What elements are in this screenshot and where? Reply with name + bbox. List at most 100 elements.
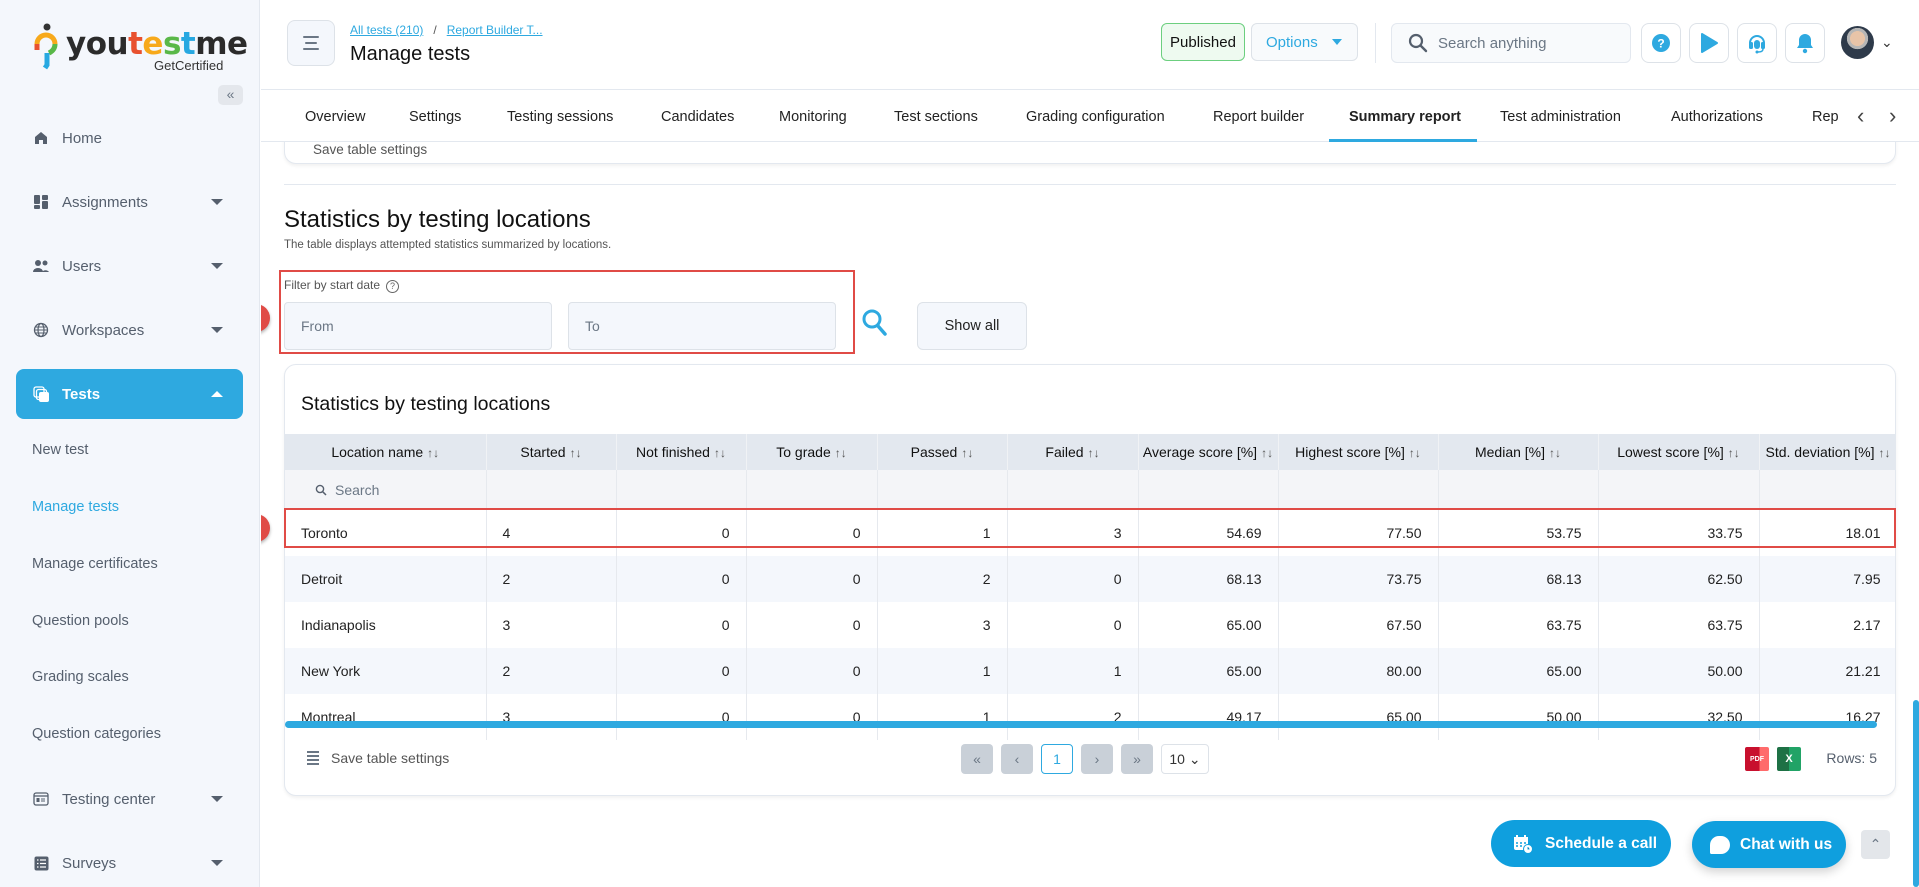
sort-icon[interactable]: ↑↓ xyxy=(1728,446,1740,460)
column-header[interactable]: Highest score [%] ↑↓ xyxy=(1278,434,1439,470)
sidebar-item-surveys[interactable]: Surveys xyxy=(16,838,243,887)
tab-overview[interactable]: Overview xyxy=(305,109,365,125)
breadcrumb-all-tests[interactable]: All tests (210) xyxy=(350,23,423,37)
breadcrumb-report-builder[interactable]: Report Builder T... xyxy=(447,23,543,37)
tab-candidates[interactable]: Candidates xyxy=(661,109,734,125)
sidebar-subitem-question-pools[interactable]: Question pools xyxy=(32,613,129,629)
sort-icon[interactable]: ↑↓ xyxy=(714,446,726,460)
tab-authorizations[interactable]: Authorizations xyxy=(1671,109,1763,125)
last-page-button[interactable]: » xyxy=(1121,744,1153,774)
locations-table: Location name ↑↓ Started ↑↓ Not finished ↑↓ To… xyxy=(285,434,1895,740)
column-header[interactable]: Failed ↑↓ xyxy=(1007,434,1139,470)
table-row[interactable]: Detroit 2 0 0 2 0 68.13 73.75 68.13 62.50 7.95 xyxy=(285,556,1895,602)
column-header[interactable]: Average score [%] ↑↓ xyxy=(1138,434,1279,470)
scroll-to-top-button[interactable]: ⌃ xyxy=(1861,830,1890,859)
sidebar-subitem-grading-scales[interactable]: Grading scales xyxy=(32,669,129,685)
chevron-down-icon xyxy=(211,327,223,333)
table-row[interactable]: Toronto 4 0 0 1 3 54.69 77.50 53.75 33.75 18.01 xyxy=(285,510,1895,556)
chat-with-us-button[interactable]: Chat with us xyxy=(1692,821,1846,868)
global-search[interactable] xyxy=(1391,23,1631,63)
notifications-button[interactable] xyxy=(1785,23,1825,63)
column-header[interactable]: Median [%] ↑↓ xyxy=(1438,434,1599,470)
tab-test-administration[interactable]: Test administration xyxy=(1500,109,1621,125)
sidebar-subitem-new-test[interactable]: New test xyxy=(32,442,88,458)
tab-report-builder[interactable]: Report builder xyxy=(1213,109,1304,125)
sort-icon[interactable]: ↑↓ xyxy=(1088,446,1100,460)
sidebar-item-testing-center[interactable]: Testing center xyxy=(16,774,243,824)
sidebar-subitem-question-categories[interactable]: Question categories xyxy=(32,726,161,742)
schedule-call-button[interactable]: Schedule a call xyxy=(1491,820,1671,867)
testing-center-icon xyxy=(32,790,50,808)
play-tutorial-button[interactable] xyxy=(1689,23,1729,63)
support-button[interactable] xyxy=(1737,23,1777,63)
menu-toggle-button[interactable] xyxy=(287,20,335,66)
sort-icon[interactable]: ↑↓ xyxy=(1878,446,1890,460)
table-cell: 80.00 xyxy=(1278,648,1439,694)
filter-search-button[interactable] xyxy=(861,308,889,343)
home-icon xyxy=(32,129,50,147)
avatar[interactable] xyxy=(1841,26,1874,59)
column-header[interactable]: To grade ↑↓ xyxy=(746,434,878,470)
schedule-call-label: Schedule a call xyxy=(1545,834,1657,852)
location-name-cell: Toronto xyxy=(285,510,487,556)
column-header[interactable]: Location name ↑↓ xyxy=(285,434,487,470)
sidebar-item-tests[interactable]: Tests xyxy=(16,369,243,419)
sidebar-item-assignments[interactable]: Assignments xyxy=(16,177,243,227)
excel-export-icon[interactable]: X xyxy=(1777,747,1801,771)
page-size-select[interactable]: 10 ⌄ xyxy=(1161,744,1209,774)
show-all-button[interactable]: Show all xyxy=(917,302,1027,350)
column-header[interactable]: Std. deviation [%] ↑↓ xyxy=(1759,434,1895,470)
tab-monitoring[interactable]: Monitoring xyxy=(779,109,847,125)
table-row[interactable]: Indianapolis 3 0 0 3 0 65.00 67.50 63.75 63.75 2.1… xyxy=(285,602,1895,648)
horizontal-scrollbar[interactable] xyxy=(285,721,1877,728)
logo[interactable]: youtestme GetCertified xyxy=(34,22,248,74)
tab-summary-report[interactable]: Summary report xyxy=(1349,109,1461,125)
pdf-export-icon[interactable]: PDF xyxy=(1745,747,1769,771)
tab-grading-configuration[interactable]: Grading configuration xyxy=(1026,109,1165,125)
headset-icon xyxy=(1749,35,1765,54)
column-header[interactable]: Lowest score [%] ↑↓ xyxy=(1598,434,1760,470)
current-page-button[interactable]: 1 xyxy=(1041,744,1073,774)
sort-icon[interactable]: ↑↓ xyxy=(427,446,439,460)
column-header[interactable]: Passed ↑↓ xyxy=(877,434,1008,470)
table-cell: 4 xyxy=(486,510,617,556)
column-header[interactable]: Started ↑↓ xyxy=(486,434,617,470)
save-table-settings-button[interactable]: Save table settings xyxy=(307,750,449,766)
prev-page-button[interactable]: ‹ xyxy=(1001,744,1033,774)
tab-test-sections[interactable]: Test sections xyxy=(894,109,978,125)
sort-icon[interactable]: ↑↓ xyxy=(1261,446,1273,460)
sort-icon[interactable]: ↑↓ xyxy=(961,446,973,460)
sidebar-item-workspaces[interactable]: Workspaces xyxy=(16,305,243,355)
global-search-input[interactable] xyxy=(1438,34,1618,52)
collapse-sidebar-button[interactable]: « xyxy=(218,85,243,105)
date-to-input[interactable] xyxy=(568,302,836,350)
sort-icon[interactable]: ↑↓ xyxy=(570,446,582,460)
tab-testing-sessions[interactable]: Testing sessions xyxy=(507,109,613,125)
tab-reports-truncated[interactable]: Rep xyxy=(1812,109,1839,125)
location-search-cell[interactable]: Search xyxy=(285,470,487,510)
vertical-scrollbar[interactable] xyxy=(1913,700,1919,887)
sidebar-item-home[interactable]: Home xyxy=(16,113,243,163)
sidebar-subitem-manage-certificates[interactable]: Manage certificates xyxy=(32,556,158,572)
sidebar-item-users[interactable]: Users xyxy=(16,241,243,291)
status-badge[interactable]: Published xyxy=(1161,23,1245,61)
chevron-down-icon[interactable]: ⌄ xyxy=(1881,34,1893,51)
sort-icon[interactable]: ↑↓ xyxy=(1409,446,1421,460)
tabs-scroll-left-icon[interactable]: ‹ xyxy=(1857,103,1864,129)
sort-icon[interactable]: ↑↓ xyxy=(1549,446,1561,460)
help-button[interactable]: ? xyxy=(1641,23,1681,63)
help-circle-icon[interactable]: ? xyxy=(386,280,400,293)
date-from-input[interactable] xyxy=(284,302,552,350)
first-page-button[interactable]: « xyxy=(961,744,993,774)
sidebar-subitem-manage-tests[interactable]: Manage tests xyxy=(32,499,119,515)
options-dropdown-button[interactable]: Options xyxy=(1251,23,1358,61)
main-content: Save table settings Statistics by testin… xyxy=(261,142,1919,887)
sort-icon[interactable]: ↑↓ xyxy=(835,446,847,460)
table-cell: 0 xyxy=(616,556,747,602)
next-page-button[interactable]: › xyxy=(1081,744,1113,774)
tabs-scroll-right-icon[interactable]: › xyxy=(1889,103,1896,129)
tab-settings[interactable]: Settings xyxy=(409,109,461,125)
save-table-settings-link[interactable]: Save table settings xyxy=(313,142,427,157)
column-header[interactable]: Not finished ↑↓ xyxy=(616,434,747,470)
table-row[interactable]: New York 2 0 0 1 1 65.00 80.00 65.00 50.00 21.21 xyxy=(285,648,1895,694)
